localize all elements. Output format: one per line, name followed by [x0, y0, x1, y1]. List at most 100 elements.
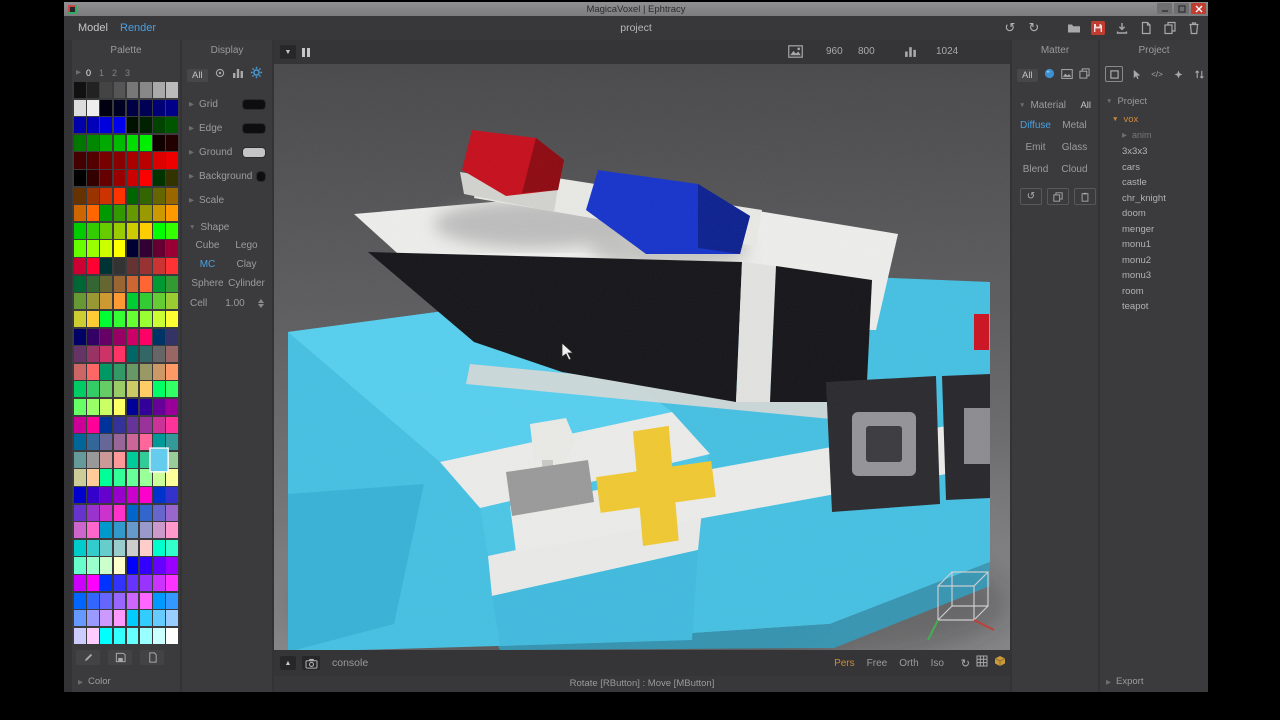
- palette-swatch[interactable]: [166, 293, 178, 310]
- palette-swatch[interactable]: [74, 99, 86, 116]
- palette-swatch[interactable]: [166, 398, 178, 416]
- palette-swatch[interactable]: [74, 170, 86, 187]
- palette-swatch[interactable]: [139, 627, 152, 644]
- palette-swatch[interactable]: [113, 610, 126, 627]
- palette-swatch[interactable]: [166, 152, 178, 169]
- palette-swatch[interactable]: [126, 205, 139, 222]
- palette-swatch[interactable]: [126, 469, 139, 486]
- palette-swatch[interactable]: [87, 205, 99, 222]
- shape-option-sphere[interactable]: Sphere: [188, 274, 227, 293]
- display-option-grid[interactable]: ▶ Grid: [182, 92, 272, 116]
- palette-swatch[interactable]: [153, 310, 165, 328]
- palette-swatch[interactable]: [166, 557, 178, 574]
- material-section-header[interactable]: ▼ Material All: [1012, 96, 1098, 114]
- display-option-background[interactable]: ▶ Background: [182, 164, 272, 188]
- project-item-teapot[interactable]: teapot: [1100, 299, 1208, 315]
- palette-swatch[interactable]: [74, 328, 86, 345]
- refresh-icon[interactable]: ↻: [961, 654, 970, 672]
- palette-tab-3[interactable]: 3: [121, 68, 134, 78]
- palette-swatch[interactable]: [74, 575, 86, 592]
- palette-swatch[interactable]: [166, 434, 178, 451]
- palette-swatch[interactable]: [166, 134, 178, 151]
- palette-swatch[interactable]: [166, 187, 178, 204]
- palette-swatch[interactable]: [126, 240, 139, 257]
- palette-tab-2[interactable]: 2: [108, 68, 121, 78]
- palette-swatch[interactable]: [153, 328, 165, 345]
- palette-swatch[interactable]: [74, 187, 86, 204]
- display-swatch-edge[interactable]: [243, 123, 265, 133]
- palette-swatch[interactable]: [74, 434, 86, 451]
- palette-swatch[interactable]: [166, 346, 178, 363]
- palette-swatch[interactable]: [139, 187, 152, 204]
- viewport-menu-button[interactable]: ▼: [280, 45, 296, 59]
- sphere-icon[interactable]: [1044, 66, 1055, 84]
- palette-swatch[interactable]: [126, 381, 139, 398]
- material-copy-button[interactable]: [1047, 188, 1069, 205]
- palette-swatch[interactable]: [126, 592, 139, 609]
- palette-swatch[interactable]: [74, 398, 86, 416]
- palette-swatch[interactable]: [153, 522, 165, 539]
- palette-swatch[interactable]: [100, 187, 113, 204]
- palette-expand-icon[interactable]: ▶: [76, 68, 81, 76]
- palette-swatch[interactable]: [87, 328, 99, 345]
- project-item-3x3x3[interactable]: 3x3x3: [1100, 144, 1208, 160]
- project-tree-root[interactable]: ▼ Project: [1106, 96, 1147, 107]
- palette-swatch[interactable]: [126, 416, 139, 433]
- palette-swatch[interactable]: [74, 451, 86, 468]
- palette-swatch[interactable]: [87, 363, 99, 380]
- palette-swatch[interactable]: [139, 134, 152, 151]
- palette-swatch[interactable]: [139, 610, 152, 627]
- palette-swatch[interactable]: [139, 222, 152, 239]
- palette-swatch[interactable]: [166, 170, 178, 187]
- palette-swatch[interactable]: [100, 240, 113, 257]
- palette-swatch[interactable]: [74, 240, 86, 257]
- samples-icon[interactable]: [904, 45, 917, 63]
- pause-button[interactable]: [302, 45, 310, 59]
- palette-swatch[interactable]: [126, 222, 139, 239]
- palette-swatch[interactable]: [113, 416, 126, 433]
- project-browse-icon[interactable]: [1105, 66, 1123, 82]
- palette-swatch[interactable]: [153, 170, 165, 187]
- palette-swatch[interactable]: [113, 240, 126, 257]
- palette-swatch[interactable]: [100, 293, 113, 310]
- palette-swatch[interactable]: [139, 240, 152, 257]
- minimize-button[interactable]: [1157, 3, 1172, 14]
- console-expand-button[interactable]: ▲: [280, 656, 296, 670]
- project-item-chr_knight[interactable]: chr_knight: [1100, 191, 1208, 207]
- palette-swatch[interactable]: [139, 557, 152, 574]
- samples-value[interactable]: 1024: [936, 40, 958, 64]
- palette-swatch[interactable]: [126, 346, 139, 363]
- palette-swatch[interactable]: [166, 610, 178, 627]
- palette-swatch[interactable]: [126, 522, 139, 539]
- palette-swatch[interactable]: [100, 134, 113, 151]
- palette-swatch[interactable]: [113, 82, 126, 99]
- palette-swatch[interactable]: [166, 592, 178, 609]
- palette-swatch[interactable]: [113, 592, 126, 609]
- palette-swatch[interactable]: [153, 627, 165, 644]
- palette-swatch[interactable]: [153, 134, 165, 151]
- palette-swatch[interactable]: [153, 152, 165, 169]
- palette-swatch[interactable]: [153, 99, 165, 116]
- material-type-metal[interactable]: Metal: [1055, 116, 1094, 138]
- palette-swatch[interactable]: [126, 627, 139, 644]
- palette-swatch[interactable]: [113, 504, 126, 521]
- palette-swatch[interactable]: [126, 310, 139, 328]
- display-swatch-background[interactable]: [257, 171, 265, 181]
- palette-swatch[interactable]: [74, 487, 86, 504]
- palette-swatch[interactable]: [87, 82, 99, 99]
- palette-swatch[interactable]: [126, 539, 139, 556]
- palette-swatch[interactable]: [100, 328, 113, 345]
- palette-swatch[interactable]: [100, 522, 113, 539]
- palette-swatch[interactable]: [139, 346, 152, 363]
- palette-swatch[interactable]: [74, 610, 86, 627]
- palette-swatch[interactable]: [113, 170, 126, 187]
- palette-swatch[interactable]: [153, 381, 165, 398]
- palette-swatch[interactable]: [113, 205, 126, 222]
- project-item-menger[interactable]: menger: [1100, 222, 1208, 238]
- palette-swatch[interactable]: [153, 363, 165, 380]
- palette-swatch[interactable]: [87, 522, 99, 539]
- palette-swatch[interactable]: [100, 610, 113, 627]
- palette-swatch[interactable]: [139, 363, 152, 380]
- palette-swatch[interactable]: [113, 134, 126, 151]
- palette-swatch[interactable]: [74, 522, 86, 539]
